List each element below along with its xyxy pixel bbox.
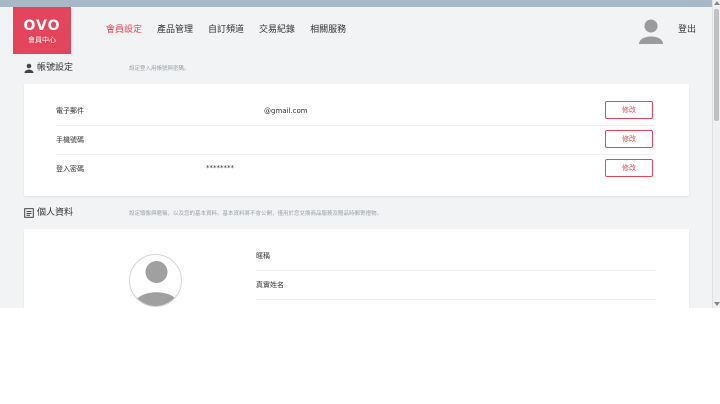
logout-link[interactable]: 登出 (678, 24, 696, 36)
logo-subtitle: 會員中心 (28, 36, 56, 44)
nickname-label: 暱稱 (256, 252, 270, 260)
avatar-placeholder-icon (133, 261, 180, 306)
account-section-title: 帳號設定 (24, 62, 73, 74)
account-section-description: 設定登入用帳號與密碼。 (129, 66, 190, 72)
phone-row: 手機號碼 修改 (56, 126, 654, 155)
nav-item-product-management[interactable]: 產品管理 (157, 24, 193, 36)
edit-password-button[interactable]: 修改 (605, 159, 653, 177)
scroll-down-icon[interactable] (714, 302, 720, 306)
password-label: 登入密碼 (56, 165, 84, 173)
password-value: ******** (206, 164, 234, 172)
account-card: 電子郵件 @gmail.com 修改 手機號碼 修改 登入密碼 ********… (24, 84, 689, 196)
user-avatar-icon[interactable] (639, 18, 663, 44)
nav-item-transaction-history[interactable]: 交易紀錄 (259, 24, 295, 36)
nav-item-custom-channel[interactable]: 自訂頻道 (208, 24, 244, 36)
email-value: @gmail.com (264, 107, 308, 115)
profile-card: 暱稱 真實姓名 (24, 229, 689, 308)
nickname-row[interactable]: 暱稱 (256, 242, 656, 271)
main-nav: 會員設定 產品管理 自訂頻道 交易紀錄 相關服務 (106, 24, 361, 36)
email-label: 電子郵件 (56, 107, 84, 115)
profile-section-title: 個人資料 (24, 207, 73, 219)
page-viewport: OVO 會員中心 會員設定 產品管理 自訂頻道 交易紀錄 相關服務 登出 帳號設… (0, 0, 720, 308)
top-strip (0, 0, 712, 7)
real-name-row[interactable]: 真實姓名 (256, 271, 656, 300)
account-section-heading: 帳號設定 (37, 63, 74, 73)
email-row: 電子郵件 @gmail.com 修改 (56, 97, 654, 126)
profile-avatar[interactable] (129, 254, 182, 307)
edit-phone-button[interactable]: 修改 (605, 130, 653, 148)
profile-section-heading: 個人資料 (37, 208, 74, 218)
scroll-up-icon[interactable] (714, 1, 720, 5)
nav-item-member-settings[interactable]: 會員設定 (106, 24, 142, 36)
header: OVO 會員中心 會員設定 產品管理 自訂頻道 交易紀錄 相關服務 登出 (0, 7, 712, 57)
logo[interactable]: OVO 會員中心 (13, 7, 71, 54)
nav-item-related-services[interactable]: 相關服務 (310, 24, 346, 36)
profile-section-description: 設定頭像與暱稱，以及您的基本資料。基本資料將不會公開，僅用於您兌換商品服務及贈品… (129, 211, 383, 217)
vertical-scrollbar[interactable] (712, 0, 720, 308)
edit-email-button[interactable]: 修改 (605, 101, 653, 119)
scrollbar-thumb[interactable] (714, 9, 719, 121)
logo-mark: OVO (23, 18, 61, 34)
phone-label: 手機號碼 (56, 136, 84, 144)
user-icon (24, 63, 34, 73)
real-name-label: 真實姓名 (256, 281, 284, 289)
password-row: 登入密碼 ******** 修改 (56, 155, 654, 184)
profile-card-icon (24, 208, 34, 218)
